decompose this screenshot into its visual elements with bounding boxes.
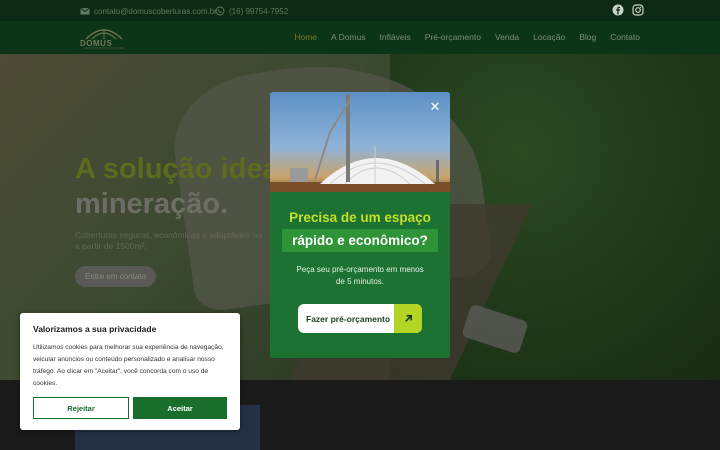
nav-menu: Home A Domus Infláveis Pré-orçamento Ven… — [294, 32, 640, 42]
pre-budget-button[interactable]: Fazer pré-orçamento — [298, 304, 422, 333]
envelope-icon — [80, 6, 90, 16]
phone-link[interactable]: (16) 99754-7952 — [215, 6, 288, 16]
main-navbar: DOMUS Home A Domus Infláveis Pré-orçamen… — [0, 21, 720, 54]
cookie-text: Utilizamos cookies para melhorar sua exp… — [33, 344, 224, 387]
reject-cookies-button[interactable]: Rejeitar — [33, 397, 129, 419]
nav-item-venda[interactable]: Venda — [495, 32, 519, 42]
email-link[interactable]: contato@domuscoberturas.com.br — [80, 6, 217, 16]
nav-item-inflaveis[interactable]: Infláveis — [380, 32, 411, 42]
accept-cookies-button[interactable]: Aceitar — [133, 397, 227, 419]
contact-button[interactable]: Entre em contato — [75, 266, 156, 287]
nav-item-blog[interactable]: Blog — [579, 32, 596, 42]
hero-title-line2: mineração. — [75, 188, 229, 220]
cookie-consent-banner: Valorizamos a sua privacidade Utilizamos… — [20, 313, 240, 430]
popup-title: Precisa de um espaço — [289, 210, 431, 225]
pre-budget-button-label: Fazer pré-orçamento — [306, 313, 391, 324]
phone-text: (16) 99754-7952 — [229, 6, 289, 16]
hero-title-line1: A solução idea — [75, 153, 279, 185]
email-text: contato@domuscoberturas.com.br — [94, 6, 217, 16]
logo-text: DOMUS — [80, 39, 113, 48]
cookie-title: Valorizamos a sua privacidade — [33, 324, 157, 334]
hero-subtitle: Coberturas seguras, econômicas e adaptáv… — [75, 230, 275, 252]
nav-item-pre-orcamento[interactable]: Pré-orçamento — [425, 32, 481, 42]
nav-item-contato[interactable]: Contato — [610, 32, 640, 42]
hero-subtitle-line2: a partir de 1500m². — [75, 241, 147, 251]
whatsapp-icon — [215, 6, 225, 16]
top-bar: contato@domuscoberturas.com.br (16) 9975… — [0, 0, 720, 21]
popup-dome-photo — [270, 92, 450, 192]
popup-close-icon[interactable]: ✕ — [428, 100, 442, 114]
nav-item-home[interactable]: Home — [294, 32, 317, 42]
hero-subtitle-line1: Coberturas seguras, econômicas e adaptáv… — [75, 230, 263, 240]
arrow-up-right-icon — [394, 304, 422, 333]
popup-description: Peça seu pré-orçamento em menos de 5 min… — [296, 265, 424, 286]
social-links — [612, 4, 644, 16]
popup-highlight: rápido e econômico? — [282, 229, 438, 252]
nav-item-a-domus[interactable]: A Domus — [331, 32, 366, 42]
hero-title: A solução idea mineração. — [75, 152, 279, 222]
facebook-icon[interactable] — [612, 4, 624, 16]
instagram-icon[interactable] — [632, 4, 644, 16]
nav-item-locacao[interactable]: Locação — [533, 32, 565, 42]
pre-budget-popup: ✕ Precisa de um espaço rápido e econômic… — [270, 92, 450, 358]
